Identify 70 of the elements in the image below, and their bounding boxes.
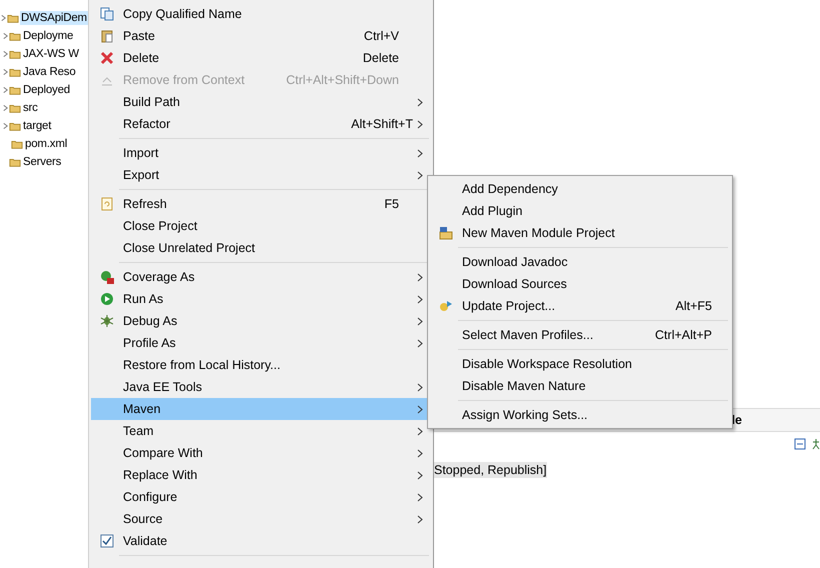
menu-item[interactable]: Run As [91,288,431,310]
expand-chevron-icon[interactable] [2,32,9,40]
clipboard-icon [100,29,114,43]
tree-item[interactable]: DWSApiDem [20,11,88,25]
menu-item[interactable]: Import [91,142,431,164]
menu-item[interactable]: Restore from Local History... [91,354,431,376]
folder-icon [11,138,23,150]
project-icon [9,156,21,168]
expand-chevron-icon[interactable] [2,68,9,76]
server-status-text: Stopped, Republish] [434,462,547,478]
coverage-icon [100,270,114,284]
tree-item[interactable]: Servers [22,155,62,169]
menu-item[interactable]: Profile As [91,332,431,354]
folder-icon [9,84,21,96]
tree-item[interactable]: Deployme [22,29,74,43]
figure-icon[interactable] [812,438,820,450]
menu-item[interactable]: Debug As [91,310,431,332]
menu-item[interactable]: Update Project... Alt+F5 [430,295,730,317]
folder-icon [9,48,21,60]
expand-chevron-icon[interactable] [2,50,9,58]
menu-item[interactable]: Coverage As [91,266,431,288]
tree-item[interactable]: target [22,119,52,133]
menu-item[interactable]: Download Sources [430,273,730,295]
checkbox-icon [100,534,114,548]
menu-item[interactable]: Source [91,508,431,530]
project-icon [7,12,19,24]
menu-item[interactable]: Replace With [91,464,431,486]
menu-item[interactable]: Disable Workspace Resolution [430,353,730,375]
run-icon [100,292,114,306]
menu-item[interactable]: Close Project [91,215,431,237]
folder-icon [9,30,21,42]
menu-item[interactable]: Delete Delete [91,47,431,69]
menu-item[interactable]: Refresh F5 [91,193,431,215]
tree-item[interactable]: Java Reso [22,65,77,79]
menu-item[interactable]: Close Unrelated Project [91,237,431,259]
tree-item[interactable]: JAX-WS W [22,47,80,61]
update-icon [439,299,453,313]
menu-item[interactable]: Assign Working Sets... [430,404,730,426]
menu-item[interactable]: New Maven Module Project [430,222,730,244]
tree-item[interactable]: Deployed [22,83,71,97]
menu-item[interactable]: Compare With [91,442,431,464]
menu-item[interactable]: Build Path [91,91,431,113]
tree-item[interactable]: pom.xml [24,137,68,151]
menu-item[interactable]: Validate [91,530,431,552]
menu-item[interactable]: Select Maven Profiles... Ctrl+Alt+P [430,324,730,346]
copy-icon [100,7,114,21]
collapse-icon[interactable] [794,438,806,450]
folder-icon [9,120,21,132]
menu-item[interactable]: Paste Ctrl+V [91,25,431,47]
folder-icon [9,102,21,114]
menu-item[interactable]: Add Plugin [430,200,730,222]
menu-item[interactable]: Download Javadoc [430,251,730,273]
expand-chevron-icon[interactable] [2,122,9,130]
menu-item[interactable]: Configure [91,486,431,508]
expand-chevron-icon[interactable] [2,104,9,112]
menu-item[interactable]: Export [91,164,431,186]
tree-item[interactable]: src [22,101,39,115]
refresh-icon [100,197,114,211]
menu-item[interactable]: Add Dependency [430,178,730,200]
menu-item[interactable]: Refactor Alt+Shift+T [91,113,431,135]
expand-chevron-icon[interactable] [2,86,9,94]
menu-item[interactable]: Disable Maven Nature [430,375,730,397]
maven-module-icon [439,226,453,240]
bug-icon [100,314,114,328]
folder-icon [9,66,21,78]
menu-item[interactable]: Java EE Tools [91,376,431,398]
menu-item[interactable]: Copy Qualified Name [91,3,431,25]
expand-chevron-icon[interactable] [0,14,7,22]
menu-item[interactable]: Team [91,420,431,442]
delete-icon [100,51,114,65]
